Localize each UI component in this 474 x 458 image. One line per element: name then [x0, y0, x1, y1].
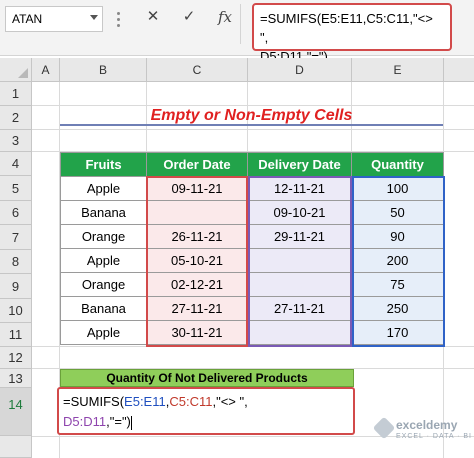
formula-divider [240, 4, 241, 44]
table-header-row: Fruits Order Date Delivery Date Quantity [60, 152, 444, 177]
gridline [32, 346, 474, 347]
select-all-button[interactable] [0, 58, 32, 82]
order-date-cell[interactable]: 05-10-21 [146, 248, 248, 273]
column-header-f[interactable] [444, 58, 474, 82]
column-header-c[interactable]: C [147, 58, 248, 82]
row-header-15[interactable] [0, 436, 32, 458]
formula-text: ,"=") [106, 414, 131, 429]
row-header-6[interactable]: 6 [0, 201, 32, 225]
quantity-cell[interactable]: 100 [351, 176, 444, 201]
function-icon[interactable]: fx [214, 6, 236, 28]
table-row: Orange 02-12-21 75 [60, 272, 444, 297]
quantity-cell[interactable]: 250 [351, 296, 444, 321]
result-label[interactable]: Quantity Of Not Delivered Products [60, 369, 354, 387]
order-date-cell[interactable]: 09-11-21 [146, 176, 248, 201]
delivery-date-cell[interactable] [247, 248, 352, 273]
table-row: Apple 05-10-21 200 [60, 248, 444, 273]
fruit-cell[interactable]: Apple [60, 248, 147, 273]
order-date-cell[interactable]: 02-12-21 [146, 272, 248, 297]
row-header-5[interactable]: 5 [0, 176, 32, 201]
row-header-9[interactable]: 9 [0, 274, 32, 299]
watermark: exceldemy EXCEL · DATA · BI [372, 416, 472, 450]
fruit-cell[interactable]: Orange [60, 272, 147, 297]
table-row: Banana 09-10-21 50 [60, 200, 444, 225]
column-header-d[interactable]: D [248, 58, 352, 82]
row-header-10[interactable]: 10 [0, 299, 32, 323]
header-delivery-date[interactable]: Delivery Date [247, 152, 352, 177]
row-header-11[interactable]: 11 [0, 323, 32, 347]
name-box-value: ATAN [12, 12, 43, 26]
cancel-icon[interactable]: ✕ [142, 6, 164, 28]
quantity-cell[interactable]: 90 [351, 224, 444, 249]
row-header-13[interactable]: 13 [0, 369, 32, 388]
order-date-cell[interactable] [146, 200, 248, 225]
delivery-date-cell[interactable]: 29-11-21 [247, 224, 352, 249]
row-header-14[interactable]: 14 [0, 388, 32, 436]
formula-ref-d: D5:D11 [63, 414, 107, 429]
quantity-cell[interactable]: 50 [351, 200, 444, 225]
result-formula-cell[interactable]: =SUMIFS(E5:E11,C5:C11,"<> ", D5:D11,"=") [57, 387, 355, 435]
drag-handle-icon[interactable] [117, 12, 121, 28]
order-date-cell[interactable]: 30-11-21 [146, 320, 248, 345]
watermark-tagline: EXCEL · DATA · BI [396, 433, 472, 440]
table-row: Apple 30-11-21 170 [60, 320, 444, 345]
order-date-cell[interactable]: 27-11-21 [146, 296, 248, 321]
name-box[interactable]: ATAN [5, 6, 103, 32]
quantity-cell[interactable]: 200 [351, 248, 444, 273]
check-icon[interactable]: ✓ [178, 6, 200, 28]
row-header-1[interactable]: 1 [0, 82, 32, 106]
table-row: Apple 09-11-21 12-11-21 100 [60, 176, 444, 201]
quantity-cell[interactable]: 170 [351, 320, 444, 345]
delivery-date-cell[interactable]: 09-10-21 [247, 200, 352, 225]
fruit-cell[interactable]: Apple [60, 176, 147, 201]
delivery-date-cell[interactable]: 27-11-21 [247, 296, 352, 321]
row-header-12[interactable]: 12 [0, 347, 32, 369]
formula-bar: ATAN ✕ ✓ fx =SUMIFS(E5:E11,C5:C11,"<> ",… [0, 0, 474, 64]
row-header-2[interactable]: 2 [0, 106, 32, 130]
exceldemy-logo-icon [372, 416, 396, 440]
sheet-title[interactable]: Empty or Non-Empty Cells [60, 106, 443, 126]
column-header-b[interactable]: B [60, 58, 147, 82]
fruit-cell[interactable]: Banana [60, 200, 147, 225]
data-table: Fruits Order Date Delivery Date Quantity… [60, 152, 444, 345]
table-row: Banana 27-11-21 27-11-21 250 [60, 296, 444, 321]
row-header-4[interactable]: 4 [0, 152, 32, 176]
gridline [32, 129, 474, 130]
row-header-3[interactable]: 3 [0, 130, 32, 152]
formula-ref-e: E5:E11 [124, 394, 166, 409]
column-header-e[interactable]: E [352, 58, 444, 82]
fruit-cell[interactable]: Orange [60, 224, 147, 249]
fruit-cell[interactable]: Banana [60, 296, 147, 321]
formula-line-1: =SUMIFS(E5:E11,C5:C11,"<> ", [260, 11, 433, 45]
quantity-cell[interactable]: 75 [351, 272, 444, 297]
table-row: Orange 26-11-21 29-11-21 90 [60, 224, 444, 249]
formula-ref-c: C5:C11 [169, 394, 213, 409]
text-caret [130, 415, 132, 430]
column-header-a[interactable]: A [32, 58, 60, 82]
formula-input[interactable]: =SUMIFS(E5:E11,C5:C11,"<> ", D5:D11,"=") [252, 3, 452, 64]
row-header-7[interactable]: 7 [0, 225, 32, 250]
chevron-down-icon[interactable] [90, 15, 98, 20]
watermark-name: exceldemy [396, 418, 458, 432]
delivery-date-cell[interactable]: 12-11-21 [247, 176, 352, 201]
header-order-date[interactable]: Order Date [146, 152, 248, 177]
formula-text: =SUMIFS( [63, 394, 125, 409]
delivery-date-cell[interactable] [247, 272, 352, 297]
header-quantity[interactable]: Quantity [351, 152, 444, 177]
row-header-8[interactable]: 8 [0, 250, 32, 274]
fruit-cell[interactable]: Apple [60, 320, 147, 345]
delivery-date-cell[interactable] [247, 320, 352, 345]
order-date-cell[interactable]: 26-11-21 [146, 224, 248, 249]
formula-text: ,"<> ", [212, 394, 248, 409]
header-fruits[interactable]: Fruits [60, 152, 147, 177]
